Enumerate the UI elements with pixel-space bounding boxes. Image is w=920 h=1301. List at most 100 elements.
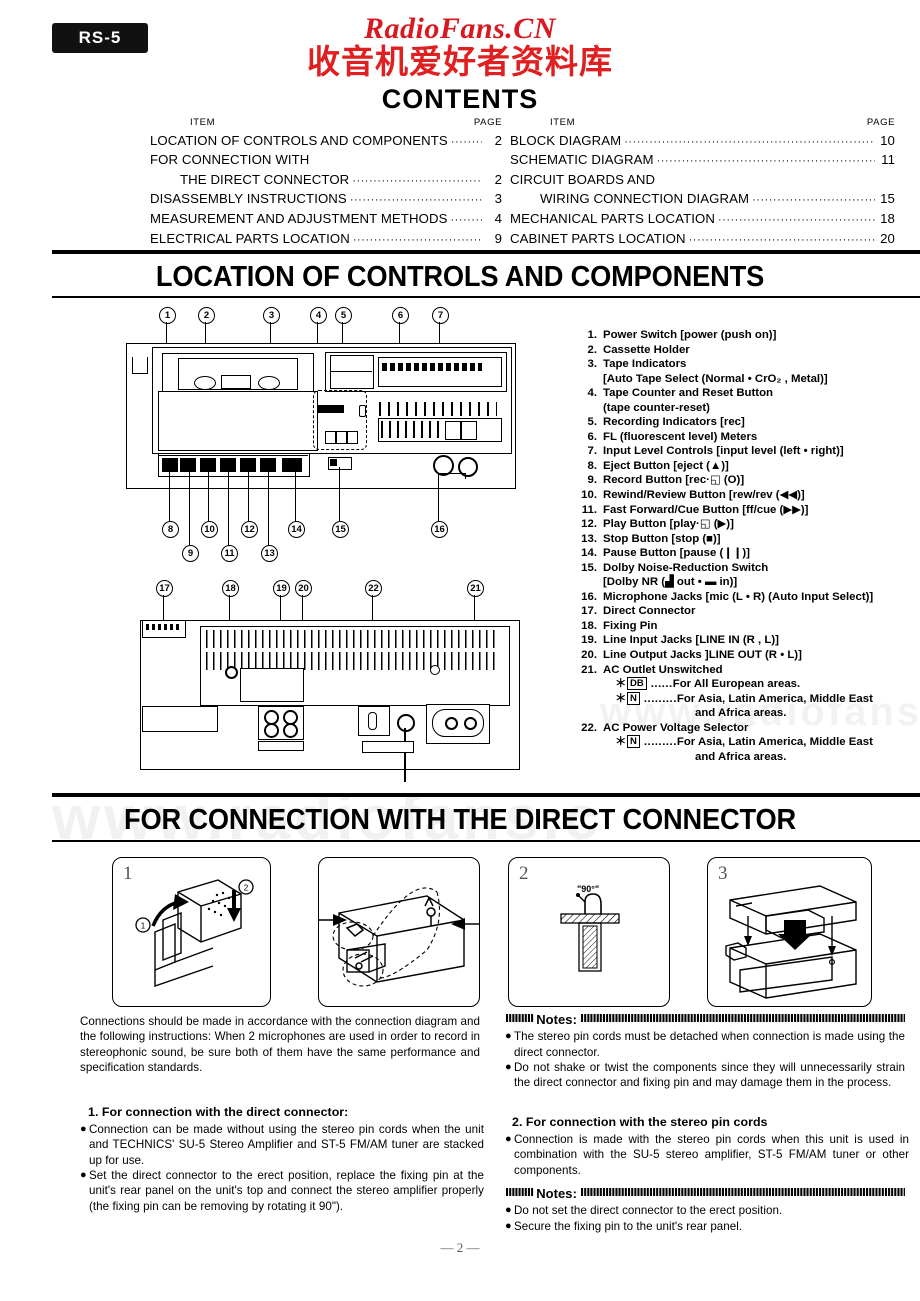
voltage-selector-slot [368,712,377,730]
bullet-dot-icon: ● [505,1204,512,1217]
tape-counter-digit-1 [325,431,336,444]
callout-15: 15 [332,521,349,538]
region-code-box: N [627,735,640,750]
toc-page: 18 [880,210,895,226]
contents-title: CONTENTS [381,84,539,114]
legend-text: Record Button [rec·◱ (O)] [603,474,745,487]
step-1-illustration: 1 2 [135,879,254,987]
toc-entry: THE DIRECT CONNECTOR ···················… [150,171,502,191]
ac-cord-grommet [397,714,415,732]
rec-indicator-divider [330,371,372,373]
callout-1: 1 [159,307,176,324]
legend-item: 8. Eject Button [eject (▲)] [575,459,915,474]
legend-text: Line Output Jacks ]LINE OUT (R • L)] [603,649,802,662]
legend-item: 10. Rewind/Review Button [rew/rev (◀◀)] [575,488,915,503]
legend-text: Stop Button [stop (■)] [603,532,721,545]
contents-left-column: ITEM PAGE LOCATION OF CONTROLS AND COMPO… [150,114,502,249]
right-bullet-1: ● Connection is made with the stereo pin… [505,1132,909,1178]
transport-button-pause [282,458,302,472]
legend-text: AC Power Voltage Selector [603,721,749,734]
leader-line [465,473,467,479]
legend-subtext: (tape counter-reset) [603,401,710,414]
left-subsection-heading: 1. For connection with the direct connec… [88,1105,349,1119]
legend-item: 2. Cassette Holder [575,343,915,358]
connection-step-box-1: 1 1 2 [112,857,271,1007]
toc-label: SCHEMATIC DIAGRAM [510,152,654,168]
toc-page: 2 [494,132,502,148]
toc-label: CIRCUIT BOARDS AND [510,171,656,187]
line-out-jack-l [283,723,298,738]
contents-header-item: ITEM [190,117,216,128]
transport-button-record [180,458,196,472]
legend-text: Tape Counter and Reset Button [603,387,774,400]
left-bullet-1: ● Connection can be made without using t… [80,1122,484,1168]
legend-text: Fixing Pin [603,619,658,632]
legend-item: 16. Microphone Jacks [mic (L • R) (Auto I… [575,590,915,605]
toc-entry: CABINET PARTS LOCATION ·················… [510,230,895,250]
bullet-row: ● Connection is made with the stereo pin… [505,1132,909,1178]
legend-text: Recording Indicators [rec] [603,416,745,429]
toc-page: 11 [881,152,895,168]
area-note: ＊ N ......... For Asia, Latin America, M… [575,735,915,750]
step-4-illustration [725,885,857,999]
leader-line [295,467,297,521]
legend-text: FL (fluorescent level) Meters [603,430,758,443]
toc-entry: MEASUREMENT AND ADJUSTMENT METHODS ·····… [150,210,502,230]
legend-number: 21. [581,663,597,676]
leader-line [339,467,341,521]
legend-text: Tape Indicators [603,358,687,371]
legend-item: 14. Pause Button [pause (❙❙)] [575,546,915,561]
toc-leader-dots: ········································… [352,174,482,187]
legend-number: 3. [587,358,598,371]
rca-plate-base [258,741,304,751]
callout-19: 19 [273,580,290,597]
right-subsection-heading: 2. For connection with the stereo pin co… [512,1115,768,1129]
model-badge: RS-5 [52,23,148,53]
ac-power-cord [404,728,406,782]
region-code-box: N [627,691,640,707]
line-in-jack-l [264,723,279,738]
legend-text: Direct Connector [603,605,696,618]
legend-item: 3. Tape Indicators [575,357,915,372]
bullet-text: Secure the fixing pin to the unit's rear… [514,1219,743,1233]
section-divider-under-heading-2 [52,840,920,842]
leader-line [208,467,210,521]
section-divider-middle [52,793,920,797]
toc-label: MEASUREMENT AND ADJUSTMENT METHODS [150,210,448,226]
bullet-text: The stereo pin cords must be detached wh… [514,1030,905,1059]
callout-10: 10 [201,521,218,538]
area-note-text: For Asia, Latin America, Middle East [676,692,873,705]
legend-item: 17. Direct Connector [575,604,915,619]
rear-screw-hole [430,665,440,675]
legend-number: 20. [581,649,597,662]
toc-entry: FOR CONNECTION WITH · [150,151,502,171]
callout-6: 6 [392,307,409,324]
leader-line [438,473,440,521]
leader-line [163,595,165,622]
callout-8: 8 [162,521,179,538]
page-footer: — 2 — [440,1240,480,1255]
notes-heading-2: ⅢⅢⅢ Notes: ⅢⅢⅢⅢⅢⅢⅢⅢⅢⅢⅢⅢⅢⅢⅢⅢⅢⅢⅢⅢⅢⅢⅢⅢⅢⅢⅢⅢⅢ… [505,1186,905,1201]
toc-leader-dots: ········································… [349,194,482,207]
legend-text: Microphone Jacks [mic (L • R) (Auto Inpu… [603,590,874,603]
callout-18: 18 [222,580,239,597]
bullet-dot-icon: ● [505,1030,512,1043]
legend-item: 1. Power Switch [power (push on)] [575,328,915,343]
legend-number: 22. [581,721,597,734]
legend-text: Rewind/Review Button [rew/rev (◀◀)] [603,489,805,502]
bullet-text: Do not shake or twist the components sin… [514,1060,905,1090]
legend-number: 18. [581,619,597,632]
connection-step-box-4: 3 [707,857,872,1007]
rear-panel-figure: 17 18 19 20 22 21 [140,578,540,790]
step-2-illustration [319,887,479,987]
power-switch-glyph [132,357,148,374]
bullet-text: Do not set the direct connector to the e… [514,1204,783,1218]
transport-bank-divider [158,455,308,457]
toc-label: ELECTRICAL PARTS LOCATION [150,230,350,246]
toc-leader-dots: ········································… [450,135,482,148]
ac-outlet-pin-left [445,717,458,730]
rear-left-label-plate [142,706,218,732]
legend-text: AC Outlet Unswitched [603,663,723,676]
bullet-dot-icon: ● [80,1123,87,1135]
toc-leader-dots: ········································… [624,135,875,148]
